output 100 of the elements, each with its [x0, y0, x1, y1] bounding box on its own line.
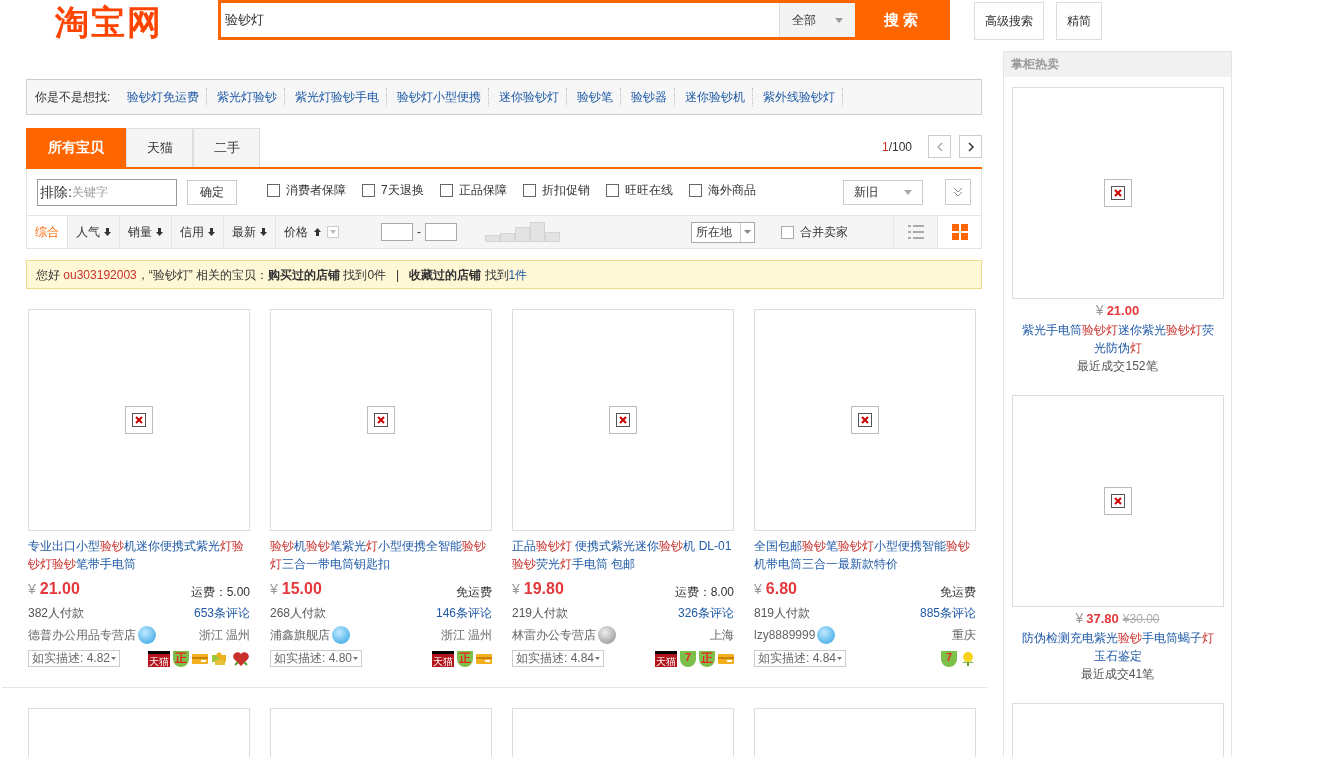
search-field[interactable]: 验钞灯 [221, 3, 779, 37]
review-count-link[interactable]: 885条评论 [919, 604, 976, 622]
heart-icon [232, 650, 250, 667]
tmall-badge[interactable]: 天猫 [432, 650, 454, 667]
product-image[interactable] [270, 309, 492, 531]
shop-location: 上海 [710, 627, 734, 644]
price-dropdown[interactable] [327, 226, 339, 238]
suggestion-link[interactable]: 验钞灯免运费 [120, 88, 208, 106]
product-title[interactable]: 正品验钞灯 便携式紫光迷你验钞机 DL-01 验钞荧光灯手电筒 包邮 [512, 537, 734, 573]
sort-tab[interactable]: 信用 [172, 216, 224, 248]
arrow-down-icon [156, 228, 163, 236]
review-count-link[interactable]: 653条评论 [193, 604, 250, 622]
rating-dropdown[interactable]: 如实描述: 4.80 [270, 650, 363, 667]
suggestion-link[interactable]: 迷你验钞机 [678, 88, 754, 106]
keyword-input[interactable]: 关键字 [71, 183, 156, 201]
product-image[interactable] [1011, 703, 1224, 757]
page-indicator: 1/100 [881, 138, 912, 156]
chat-status-icon[interactable] [817, 626, 836, 644]
filter-checkbox[interactable]: 折扣促销 [522, 181, 590, 199]
max-price-field[interactable] [425, 223, 457, 241]
shipping-fee: 免运费 [940, 584, 976, 601]
min-price-field[interactable] [381, 223, 413, 241]
view-toggle[interactable] [937, 216, 981, 248]
rating-dropdown[interactable]: 如实描述: 4.84 [512, 650, 605, 667]
chat-status-icon[interactable] [138, 626, 156, 644]
merge-sellers-checkbox[interactable]: 合并卖家 [781, 223, 848, 241]
price-sort-label: 价格 [284, 224, 308, 241]
review-count-link[interactable]: 146条评论 [435, 604, 492, 622]
original-price: ¥30.00 [1122, 611, 1160, 628]
sort-tab[interactable]: 人气 [68, 216, 120, 248]
sidebar-title: 掌柜热卖 [1004, 52, 1231, 77]
product-image[interactable] [512, 309, 734, 531]
tmall-badge[interactable]: 天猫 [148, 650, 170, 667]
grid-view-icon [951, 224, 968, 240]
puzzle-icon [211, 651, 229, 666]
chat-status-icon[interactable] [332, 626, 350, 644]
suggestion-link[interactable]: 迷你验钞灯 [492, 88, 568, 106]
product-image[interactable] [754, 708, 976, 757]
filter-checkbox[interactable]: 正品保障 [439, 181, 507, 199]
sort-tab[interactable]: 最新 [224, 216, 276, 248]
header-button[interactable]: 高级搜索 [974, 2, 1044, 40]
recent-sales: 最近成交41笔 [1080, 666, 1155, 683]
suggestion-link[interactable]: 验钞灯小型便携 [390, 88, 490, 106]
price-histogram-icon [485, 222, 561, 242]
recent-sales: 最近成交152笔 [1077, 358, 1158, 375]
filter-checkbox[interactable]: 旺旺在线 [605, 181, 673, 199]
location-dropdown[interactable]: 所在地 [691, 221, 755, 243]
product-image[interactable] [512, 708, 734, 757]
product-image[interactable] [1011, 87, 1224, 299]
payment-count: 382人付款 [28, 605, 85, 622]
shop-name-link[interactable]: 浦鑫旗舰店 [270, 626, 330, 644]
flower-icon [960, 650, 976, 667]
product-image[interactable] [28, 309, 250, 531]
suggestion-link[interactable]: 紫光灯验钞手电 [288, 88, 388, 106]
expand-button[interactable] [945, 179, 971, 205]
product-image[interactable] [28, 708, 250, 757]
chat-status-icon[interactable] [598, 626, 616, 644]
product-title[interactable]: 防伪检测充电紫光验钞手电筒蝎子灯 玉石鉴定 [1011, 629, 1224, 665]
product-image[interactable] [754, 309, 976, 531]
product-title[interactable]: 验钞机验钞笔紫光灯小型便携全智能验钞灯三合一带电筒钥匙扣 [270, 537, 492, 573]
product-price: ¥ 6.80 [754, 579, 797, 599]
filter-checkbox[interactable]: 海外商品 [688, 181, 756, 199]
rating-dropdown[interactable]: 如实描述: 4.84 [754, 650, 847, 667]
review-count-link[interactable]: 326条评论 [677, 604, 734, 622]
scope-dropdown[interactable]: 全部 [779, 3, 855, 37]
product-title[interactable]: 紫光手电筒验钞灯迷你紫光验钞灯荧光防伪灯 [1011, 321, 1224, 357]
payment-count: 819人付款 [754, 605, 811, 622]
filter-checkbox[interactable]: 消费者保障 [267, 181, 346, 199]
chevron-right-icon [967, 141, 974, 152]
arrow-down-icon [208, 228, 215, 236]
payment-count: 219人付款 [512, 605, 569, 622]
previous-page-button[interactable] [928, 135, 951, 158]
suggestion-link[interactable]: 紫光灯验钞 [210, 88, 286, 106]
tmall-badge[interactable]: 天猫 [655, 650, 677, 667]
next-page-button[interactable] [959, 135, 982, 158]
card-icon [476, 652, 492, 665]
product-image[interactable] [1011, 395, 1224, 607]
shipping-fee: 运费：5.00 [190, 584, 250, 601]
confirm-button[interactable]: 确定 [187, 179, 237, 205]
filter-tab[interactable]: 天猫 [126, 128, 193, 167]
filter-checkbox[interactable]: 7天退换 [362, 181, 424, 199]
shop-name-link[interactable]: 林雷办公专营店 [512, 626, 596, 644]
product-title[interactable]: 专业出口小型验钞机迷你便携式紫光灯验钞灯验钞笔带手电筒 [28, 537, 250, 573]
suggestion-link[interactable]: 验钞器 [624, 88, 676, 106]
exclude-field[interactable]: 排除:关键字 [37, 178, 177, 206]
sort-tab[interactable]: 销量 [120, 216, 172, 248]
suggestion-label: 你是不是想找: [35, 89, 111, 106]
card-icon [192, 652, 208, 665]
product-image[interactable] [270, 708, 492, 757]
filter-tab[interactable]: 二手 [193, 128, 260, 167]
suggestion-link[interactable]: 紫外线验钞灯 [756, 88, 844, 106]
product-title[interactable]: 全国包邮验钞笔验钞灯小型便携智能验钞 机带电筒三合一最新款特价 [754, 537, 976, 573]
rating-dropdown[interactable]: 如实描述: 4.82 [28, 650, 121, 667]
broken-image-icon [367, 406, 395, 434]
suggestion-link[interactable]: 验钞笔 [570, 88, 622, 106]
condition-dropdown[interactable]: 新旧 [843, 179, 923, 205]
header-button[interactable]: 精简 [1056, 2, 1102, 40]
shop-name-link[interactable]: lzy8889999 [754, 626, 816, 644]
double-chevron-icon [953, 187, 963, 197]
shop-name-link[interactable]: 德普办公用品专营店 [28, 626, 136, 644]
